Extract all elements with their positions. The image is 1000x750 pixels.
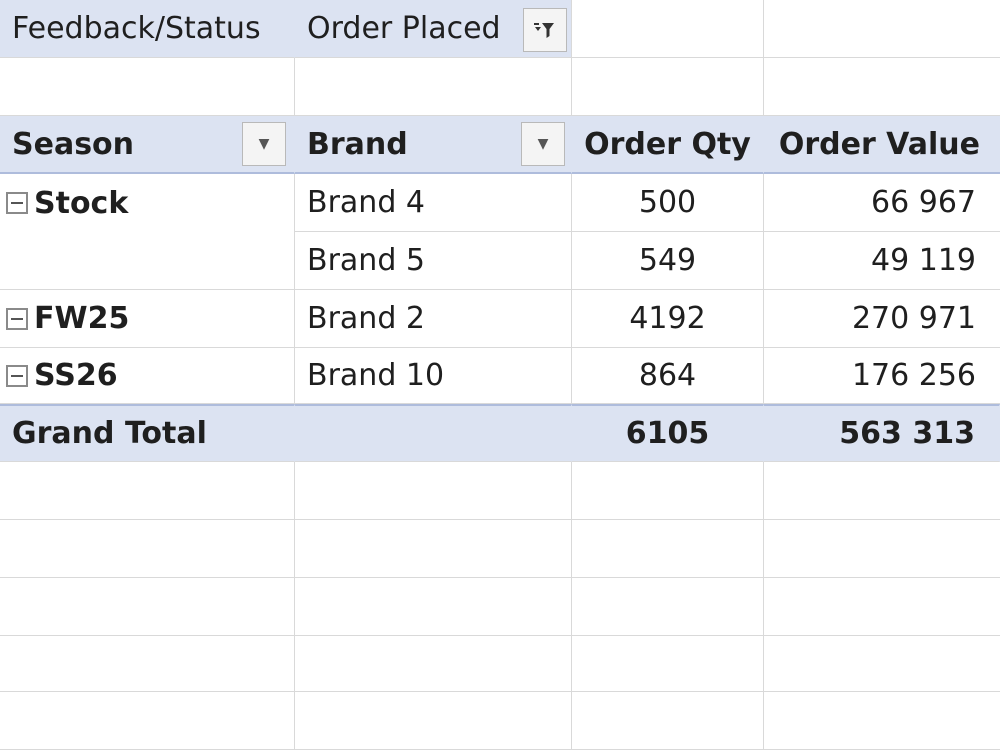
empty-cell[interactable] bbox=[0, 636, 295, 692]
empty-cell[interactable] bbox=[295, 520, 572, 578]
brand-header-cell[interactable]: Brand ▼ bbox=[295, 116, 572, 174]
order-value-header-label: Order Value bbox=[778, 126, 980, 162]
filter-field-label: Feedback/Status bbox=[12, 11, 261, 46]
brand-label: Brand 5 bbox=[307, 243, 425, 278]
chevron-down-icon: ▼ bbox=[258, 136, 270, 152]
table-row: FW25 Brand 2 4192 270 971 bbox=[0, 290, 1000, 348]
empty-cell[interactable] bbox=[295, 58, 572, 116]
empty-cell[interactable] bbox=[572, 0, 764, 58]
order-value-cell[interactable]: 270 971 bbox=[764, 290, 1000, 348]
funnel-filter-icon bbox=[534, 23, 554, 38]
brand-cell[interactable]: Brand 2 bbox=[295, 290, 572, 348]
empty-cell[interactable] bbox=[764, 578, 1000, 636]
season-header-label: Season bbox=[12, 126, 135, 162]
blank-row bbox=[0, 520, 1000, 578]
filter-dropdown-button[interactable] bbox=[523, 8, 567, 52]
empty-cell[interactable] bbox=[764, 520, 1000, 578]
empty-cell[interactable] bbox=[0, 578, 295, 636]
order-value-value: 176 256 bbox=[851, 358, 976, 393]
empty-cell[interactable] bbox=[572, 636, 764, 692]
order-qty-cell[interactable]: 500 bbox=[572, 174, 764, 232]
empty-cell[interactable] bbox=[572, 58, 764, 116]
empty-cell[interactable] bbox=[0, 692, 295, 750]
table-row: SS26 Brand 10 864 176 256 bbox=[0, 348, 1000, 404]
order-qty-header-cell[interactable]: Order Qty bbox=[572, 116, 764, 174]
empty-cell[interactable] bbox=[295, 636, 572, 692]
blank-row bbox=[0, 636, 1000, 692]
empty-cell[interactable] bbox=[572, 520, 764, 578]
empty-cell[interactable] bbox=[295, 692, 572, 750]
table-row: Brand 5 549 49 119 bbox=[0, 232, 1000, 290]
brand-label: Brand 4 bbox=[307, 185, 425, 220]
empty-cell[interactable] bbox=[572, 578, 764, 636]
order-qty-cell[interactable]: 4192 bbox=[572, 290, 764, 348]
empty-cell[interactable] bbox=[0, 58, 295, 116]
empty-cell[interactable] bbox=[764, 0, 1000, 58]
blank-row bbox=[0, 692, 1000, 750]
filter-value-label: Order Placed bbox=[307, 11, 501, 46]
empty-cell[interactable] bbox=[295, 578, 572, 636]
season-header-cell[interactable]: Season ▼ bbox=[0, 116, 295, 174]
empty-cell[interactable] bbox=[764, 58, 1000, 116]
brand-cell[interactable]: Brand 5 bbox=[295, 232, 572, 290]
blank-row bbox=[0, 58, 1000, 116]
season-label: FW25 bbox=[34, 301, 130, 336]
order-qty-cell[interactable]: 549 bbox=[572, 232, 764, 290]
empty-cell[interactable] bbox=[295, 404, 572, 462]
grand-total-label: Grand Total bbox=[12, 416, 207, 451]
empty-cell[interactable] bbox=[0, 520, 295, 578]
spreadsheet-grid: Feedback/Status Order Placed Season ▼ Br… bbox=[0, 0, 1000, 750]
empty-cell[interactable] bbox=[572, 692, 764, 750]
grand-total-row: Grand Total 6105 563 313 bbox=[0, 404, 1000, 462]
filter-field-cell[interactable]: Feedback/Status bbox=[0, 0, 295, 58]
filter-value-cell[interactable]: Order Placed bbox=[295, 0, 572, 58]
order-qty-value: 864 bbox=[638, 358, 697, 393]
season-cell[interactable]: Stock bbox=[0, 174, 295, 232]
grand-total-label-cell[interactable]: Grand Total bbox=[0, 404, 295, 462]
collapse-minus-icon[interactable] bbox=[6, 364, 28, 387]
empty-cell[interactable] bbox=[764, 636, 1000, 692]
grand-total-value: 563 313 bbox=[839, 416, 975, 451]
empty-cell[interactable] bbox=[0, 462, 295, 520]
blank-row bbox=[0, 462, 1000, 520]
brand-header-label: Brand bbox=[307, 126, 408, 162]
season-label: SS26 bbox=[34, 358, 118, 393]
season-cell[interactable] bbox=[0, 232, 295, 290]
grand-total-value-cell[interactable]: 563 313 bbox=[764, 404, 1000, 462]
order-value-cell[interactable]: 176 256 bbox=[764, 348, 1000, 404]
season-cell[interactable]: SS26 bbox=[0, 348, 295, 404]
empty-cell[interactable] bbox=[572, 462, 764, 520]
order-qty-value: 549 bbox=[638, 243, 697, 278]
season-label: Stock bbox=[34, 185, 129, 221]
order-qty-cell[interactable]: 864 bbox=[572, 348, 764, 404]
order-qty-value: 4192 bbox=[629, 301, 706, 336]
order-value-value: 66 967 bbox=[871, 185, 976, 220]
brand-label: Brand 10 bbox=[307, 358, 445, 393]
collapse-minus-icon[interactable] bbox=[6, 307, 28, 330]
empty-cell[interactable] bbox=[295, 462, 572, 520]
pivot-header-row: Season ▼ Brand ▼ Order Qty Order Value bbox=[0, 116, 1000, 174]
brand-cell[interactable]: Brand 4 bbox=[295, 174, 572, 232]
order-value-cell[interactable]: 66 967 bbox=[764, 174, 1000, 232]
order-value-value: 270 971 bbox=[851, 301, 976, 336]
collapse-minus-icon[interactable] bbox=[6, 192, 28, 214]
grand-total-qty: 6105 bbox=[625, 416, 710, 451]
brand-dropdown-button[interactable]: ▼ bbox=[521, 122, 565, 166]
brand-label: Brand 2 bbox=[307, 301, 425, 336]
season-cell[interactable]: FW25 bbox=[0, 290, 295, 348]
empty-cell[interactable] bbox=[764, 692, 1000, 750]
order-qty-header-label: Order Qty bbox=[584, 126, 751, 162]
order-value-value: 49 119 bbox=[871, 243, 976, 278]
order-value-cell[interactable]: 49 119 bbox=[764, 232, 1000, 290]
order-qty-value: 500 bbox=[638, 185, 697, 220]
table-row: Stock Brand 4 500 66 967 bbox=[0, 174, 1000, 232]
pivot-filter-row: Feedback/Status Order Placed bbox=[0, 0, 1000, 58]
season-dropdown-button[interactable]: ▼ bbox=[242, 122, 286, 166]
chevron-down-icon: ▼ bbox=[537, 136, 549, 152]
order-value-header-cell[interactable]: Order Value bbox=[764, 116, 1000, 174]
brand-cell[interactable]: Brand 10 bbox=[295, 348, 572, 404]
grand-total-qty-cell[interactable]: 6105 bbox=[572, 404, 764, 462]
empty-cell[interactable] bbox=[764, 462, 1000, 520]
blank-row bbox=[0, 578, 1000, 636]
